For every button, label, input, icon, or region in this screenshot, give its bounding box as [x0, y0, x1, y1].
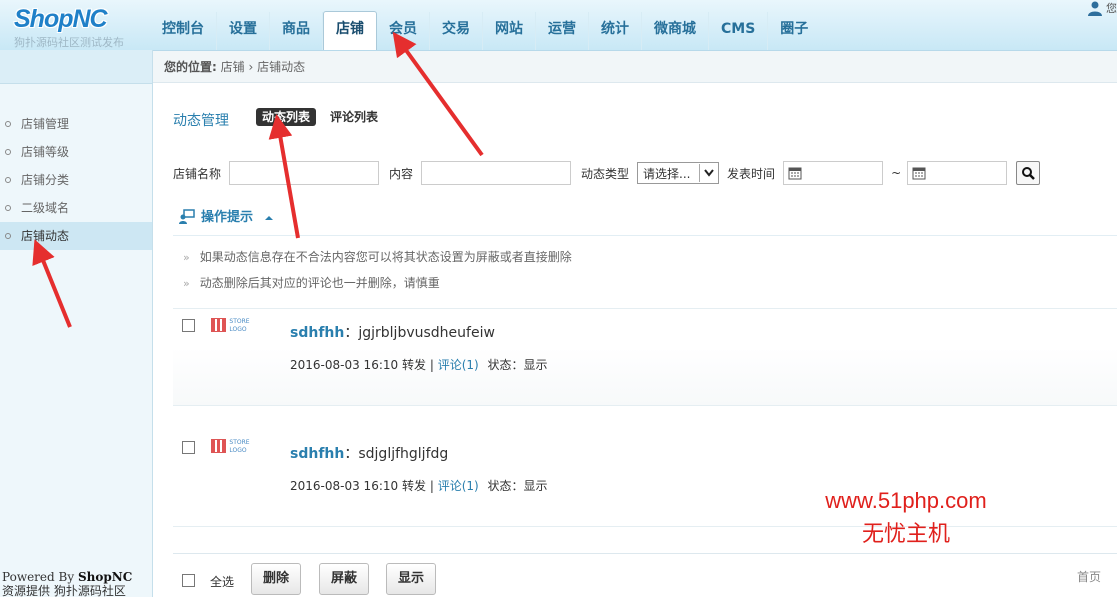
arrow-annotations	[32, 31, 484, 328]
